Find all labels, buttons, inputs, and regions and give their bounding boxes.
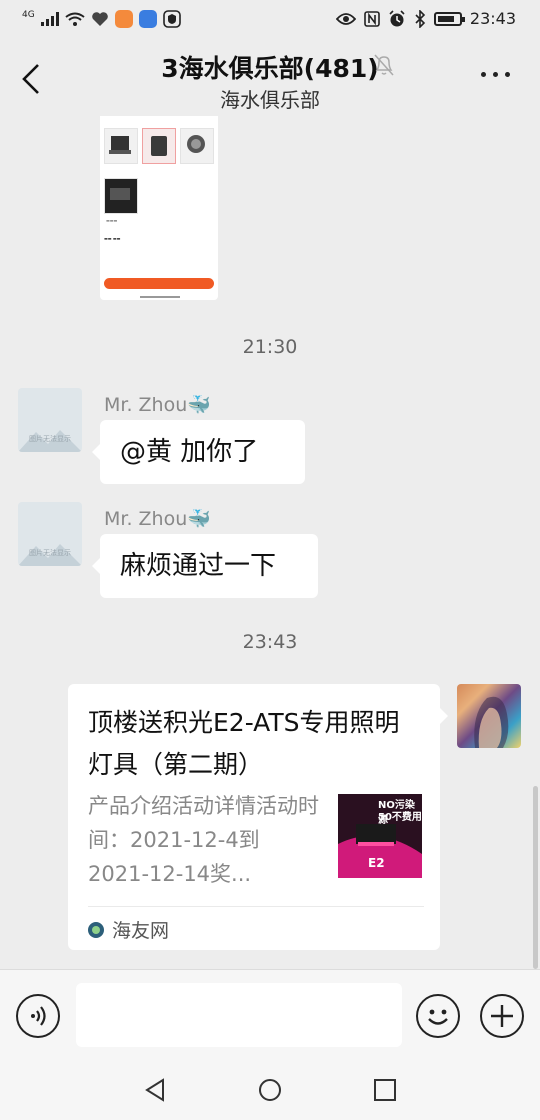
- nav-back-icon[interactable]: [143, 1078, 167, 1102]
- source-logo-icon: [88, 921, 104, 938]
- status-time: 23:43: [469, 9, 516, 28]
- card-title: 顶楼送积光E2-ATS专用照明灯具（第二期）: [88, 708, 400, 779]
- system-nav-bar: [0, 1060, 540, 1120]
- sender-name: Mr. Zhou🐳: [104, 508, 211, 530]
- time-label: 21:30: [242, 336, 298, 358]
- app-notification-icon: [114, 10, 133, 28]
- plus-icon[interactable]: [480, 994, 524, 1038]
- status-right-icons: 23:43: [335, 9, 516, 28]
- eye-icon: [335, 12, 356, 25]
- sender-avatar[interactable]: 图片无法显示: [18, 388, 82, 452]
- chat-header: 3海水俱乐部(481) 海水俱乐部: [0, 40, 540, 116]
- music-app-icon: [138, 10, 157, 28]
- card-source: 海友网: [88, 916, 169, 943]
- message-bubble[interactable]: 麻烦通过一下: [92, 534, 318, 598]
- message-bubble[interactable]: @黄 加你了: [92, 420, 305, 484]
- muted-bell-icon: [374, 54, 394, 76]
- voice-icon[interactable]: [16, 994, 60, 1038]
- nav-home-icon[interactable]: [258, 1078, 282, 1102]
- card-description: 产品介绍活动详情活动时间：2021-12-4到2021-12-14奖...: [88, 794, 319, 886]
- heart-app-icon: [91, 12, 108, 26]
- chat-title: 3海水俱乐部(481): [161, 54, 379, 83]
- alarm-icon: [389, 9, 405, 26]
- signal-icon: [40, 12, 59, 26]
- bluetooth-icon: [415, 9, 426, 28]
- message-input[interactable]: [76, 983, 402, 1047]
- my-avatar[interactable]: [457, 684, 521, 748]
- nfc-icon: [364, 10, 380, 27]
- sender-name: Mr. Zhou🐳: [104, 394, 211, 416]
- more-icon[interactable]: [481, 72, 510, 77]
- chat-subtitle: 海水俱乐部: [220, 88, 320, 112]
- card-thumbnail: NO污染源 50不费用 E2: [338, 794, 422, 878]
- network-type: 4G: [22, 10, 35, 20]
- chat-messages[interactable]: ▬▬▬ ▬▬ ▬▬ 21:30 图片无法显示 Mr. Zhou🐳 @黄 加你了 …: [0, 116, 540, 969]
- emoji-icon[interactable]: [416, 994, 460, 1038]
- nav-recents-icon[interactable]: [373, 1078, 397, 1102]
- battery-icon: [433, 11, 465, 26]
- shield-app-icon: [162, 10, 181, 28]
- image-message[interactable]: ▬▬▬ ▬▬ ▬▬: [100, 116, 218, 300]
- sender-avatar[interactable]: 图片无法显示: [18, 502, 82, 566]
- scrollbar[interactable]: [533, 786, 538, 969]
- image-order-button: [104, 278, 214, 289]
- card-source-name: 海友网: [112, 920, 170, 942]
- input-bar: [0, 969, 540, 1060]
- time-label: 23:43: [242, 631, 298, 653]
- status-bar: 4G 23:43: [0, 0, 540, 40]
- link-card-message[interactable]: 顶楼送积光E2-ATS专用照明灯具（第二期） 产品介绍活动详情活动时间：2021…: [68, 684, 448, 950]
- wifi-icon: [65, 12, 85, 26]
- status-left-icons: 4G: [22, 10, 181, 28]
